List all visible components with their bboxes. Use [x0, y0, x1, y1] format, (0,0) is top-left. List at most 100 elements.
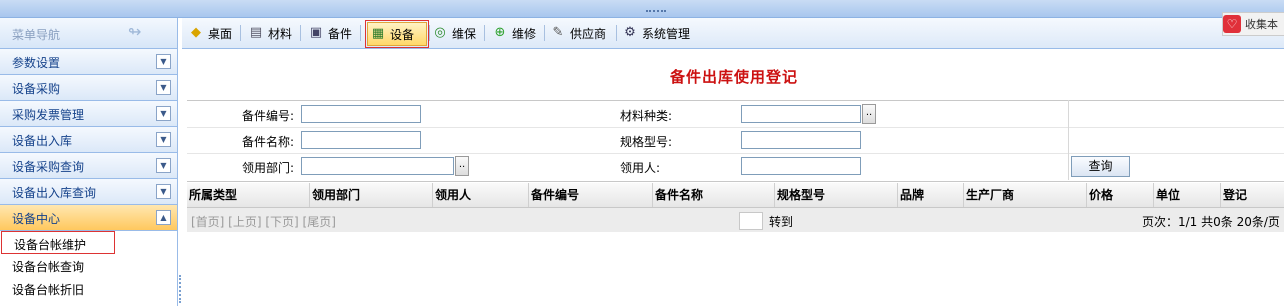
column-header[interactable]: 品牌 — [898, 183, 964, 207]
sidebar-group-label: 采购发票管理 — [12, 108, 85, 122]
query-button[interactable]: 查询 — [1071, 156, 1130, 177]
form-row-divider — [187, 127, 1284, 128]
sidebar-group-purchase[interactable]: 设备采购 ▼ — [0, 75, 177, 101]
column-header[interactable]: 登记 — [1221, 183, 1284, 207]
toolbar-label: 桌面 — [208, 26, 233, 41]
column-header[interactable]: 生产厂商 — [964, 183, 1087, 207]
material-icon: ▤ — [249, 25, 263, 40]
column-header[interactable]: 规格型号 — [775, 183, 898, 207]
sidebar: 菜单导航 ↬ 参数设置 ▼ 设备采购 ▼ 采购发票管理 ▼ 设备出入库 ▼ 设备… — [0, 18, 178, 306]
part-no-input[interactable] — [301, 105, 421, 123]
dept-browse-button[interactable]: .. — [455, 156, 469, 176]
splitter-handle[interactable] — [179, 275, 183, 303]
form-row-divider — [187, 153, 1284, 154]
receiver-input[interactable] — [741, 157, 861, 175]
part-name-label: 备件名称: — [241, 135, 294, 149]
toolbar-label: 备件 — [328, 26, 353, 41]
sidebar-group-invoice[interactable]: 采购发票管理 ▼ — [0, 101, 177, 127]
toolbar-desktop-button[interactable]: ◆ 桌面 — [188, 22, 232, 44]
material-type-input[interactable] — [741, 105, 861, 123]
page-title: 备件出库使用登记 — [670, 68, 799, 86]
system-icon: ⚙ — [624, 25, 636, 40]
sidebar-item-label: 设备台帐维护 — [14, 238, 87, 252]
dept-input[interactable] — [301, 157, 454, 175]
main-toolbar: ◆ 桌面 ▤ 材料 ▣ 备件 ▦ 设备 ◎ 维保 ⊕ 维修 ✎ 供应商 ⚙ 系统… — [182, 18, 1284, 49]
sidebar-item-label: 设备台帐折旧 — [12, 283, 85, 297]
sidebar-group-inout[interactable]: 设备出入库 ▼ — [0, 127, 177, 153]
form-column-divider — [1068, 100, 1069, 180]
chevron-down-icon[interactable]: ▼ — [156, 106, 171, 121]
repair-icon: ⊕ — [494, 25, 506, 40]
toolbar-separator — [240, 25, 241, 41]
toolbar-supplier-button[interactable]: ✎ 供应商 — [550, 22, 606, 44]
desktop-icon: ◆ — [191, 25, 201, 40]
column-header[interactable]: 领用部门 — [310, 183, 433, 207]
goto-label[interactable]: 转到 — [769, 213, 793, 230]
favorite-widget[interactable]: ♡ 收集本 — [1222, 12, 1284, 36]
column-header[interactable]: 备件名称 — [653, 183, 775, 207]
toolbar-maintenance-button[interactable]: ◎ 维保 — [432, 22, 476, 44]
pager: [首页] [上页] [下页] [尾页] 转到 页次：1/1 共0条 20条/页 — [187, 208, 1284, 232]
sidebar-item-ledger-depreciation[interactable]: 设备台帐折旧 — [0, 277, 177, 300]
toolbar-separator — [429, 25, 430, 41]
material-type-label: 材料种类: — [620, 109, 673, 123]
sidebar-group-purchase-query[interactable]: 设备采购查询 ▼ — [0, 153, 177, 179]
sidebar-item-ledger-query[interactable]: 设备台帐查询 — [0, 254, 177, 277]
sidebar-group-label: 设备出入库 — [12, 134, 73, 148]
toolbar-material-button[interactable]: ▤ 材料 — [248, 22, 292, 44]
favorite-label: 收集本 — [1245, 18, 1278, 31]
pager-nav-links[interactable]: [首页] [上页] [下页] [尾页] — [191, 213, 336, 230]
chevron-down-icon[interactable]: ▼ — [156, 184, 171, 199]
collapse-arrow-icon[interactable]: ↬ — [128, 22, 141, 41]
toolbar-system-button[interactable]: ⚙ 系统管理 — [622, 22, 690, 44]
spare-parts-icon: ▣ — [309, 25, 323, 40]
splitter-grip[interactable] — [646, 10, 666, 15]
supplier-icon: ✎ — [552, 25, 564, 40]
toolbar-label: 维保 — [452, 26, 477, 41]
sidebar-group-inout-query[interactable]: 设备出入库查询 ▼ — [0, 179, 177, 205]
part-name-input[interactable] — [301, 131, 421, 149]
sidebar-item-label: 设备台帐查询 — [12, 260, 85, 274]
grid-header: 所属类型 领用部门 领用人 备件编号 备件名称 规格型号 品牌 生产厂商 价格 … — [187, 183, 1284, 208]
toolbar-label: 设备 — [390, 27, 415, 42]
sidebar-header: 菜单导航 ↬ — [0, 18, 177, 49]
toolbar-spare-parts-button[interactable]: ▣ 备件 — [308, 22, 352, 44]
toolbar-separator — [616, 25, 617, 41]
toolbar-label: 供应商 — [570, 26, 607, 41]
column-header[interactable]: 领用人 — [433, 183, 529, 207]
sidebar-title: 菜单导航 — [12, 28, 61, 42]
toolbar-separator — [544, 25, 545, 41]
top-banner — [0, 0, 1284, 18]
spec-label: 规格型号: — [620, 135, 673, 149]
column-header[interactable]: 备件编号 — [529, 183, 653, 207]
dept-label: 领用部门: — [241, 161, 294, 175]
chevron-down-icon[interactable]: ▼ — [156, 158, 171, 173]
sidebar-group-label: 参数设置 — [12, 56, 61, 70]
part-no-label: 备件编号: — [241, 109, 294, 123]
column-header[interactable]: 单位 — [1154, 183, 1221, 207]
maintenance-icon: ◎ — [434, 25, 446, 40]
equipment-icon: ▦ — [371, 26, 385, 41]
column-header[interactable]: 所属类型 — [187, 183, 310, 207]
chevron-down-icon[interactable]: ▼ — [156, 132, 171, 147]
toolbar-label: 维修 — [512, 26, 537, 41]
toolbar-label: 系统管理 — [642, 26, 691, 41]
receiver-label: 领用人: — [620, 161, 661, 175]
sidebar-group-params[interactable]: 参数设置 ▼ — [0, 49, 177, 75]
toolbar-equipment-button[interactable]: ▦ 设备 — [365, 20, 429, 48]
sidebar-group-label: 设备出入库查询 — [12, 186, 97, 200]
spec-input[interactable] — [741, 131, 861, 149]
toolbar-separator — [300, 25, 301, 41]
sidebar-group-label: 设备采购 — [12, 82, 61, 96]
toolbar-label: 材料 — [268, 26, 293, 41]
chevron-down-icon[interactable]: ▼ — [156, 80, 171, 95]
goto-page-input[interactable] — [739, 212, 763, 230]
material-type-browse-button[interactable]: .. — [862, 104, 876, 124]
sidebar-group-equipment-center[interactable]: 设备中心 ▲ — [0, 205, 177, 231]
toolbar-repair-button[interactable]: ⊕ 维修 — [492, 22, 536, 44]
chevron-down-icon[interactable]: ▼ — [156, 54, 171, 69]
column-header[interactable]: 价格 — [1087, 183, 1154, 207]
chevron-up-icon[interactable]: ▲ — [156, 210, 171, 225]
sidebar-item-ledger-maintain[interactable]: 设备台帐维护 — [1, 231, 115, 254]
toolbar-separator — [360, 25, 361, 41]
